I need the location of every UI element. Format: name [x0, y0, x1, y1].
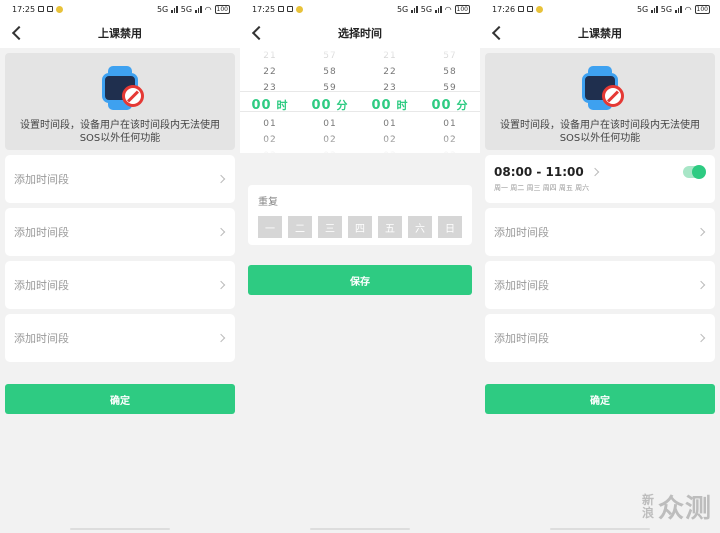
chevron-right-icon — [698, 227, 706, 237]
weekday-selector: 一 二 三 四 五 六 日 — [258, 216, 462, 238]
repeat-section: 重复 一 二 三 四 五 六 日 — [248, 185, 472, 245]
signal-icon — [651, 5, 658, 13]
back-arrow-icon[interactable] — [250, 25, 264, 41]
notification-icon — [527, 6, 534, 12]
chevron-right-icon — [218, 174, 226, 184]
banner-description: 设置时间段，设备用户在该时间段内无法使用SOS以外任何功能 — [500, 120, 700, 144]
info-banner: 设置时间段，设备用户在该时间段内无法使用SOS以外任何功能 — [5, 53, 235, 150]
screen-class-disable-set: 17:26 5G 5G ◠ 100 上课禁用 设置时间段，设备用户在该时间段内无… — [480, 0, 720, 533]
selected-start-hour: 00 时 — [251, 98, 289, 113]
status-bar: 17:25 5G 5G ◠ 100 — [0, 0, 240, 18]
time-slot-days: 周一 周二 周三 周四 周五 周六 — [494, 184, 590, 192]
emoji-icon — [296, 5, 304, 13]
chevron-right-icon — [218, 280, 226, 290]
network-label: 5G — [396, 4, 409, 14]
page-title: 上课禁用 — [578, 27, 622, 40]
network-label: 5G — [180, 4, 193, 14]
wifi-icon: ◠ — [444, 4, 452, 14]
signal-icon — [411, 5, 418, 13]
watch-ban-icon — [96, 65, 144, 111]
signal-icon — [675, 5, 682, 13]
chevron-right-icon — [592, 167, 600, 177]
network-label: 5G — [420, 4, 433, 14]
confirm-button[interactable]: 确定 — [5, 384, 235, 414]
nav-bar: 选择时间 — [240, 18, 480, 48]
chevron-right-icon — [218, 227, 226, 237]
screen-class-disable: 17:25 5G 5G ◠ 100 上课禁用 设置时间段，设备用户在该时间段内无… — [0, 0, 240, 533]
notification-icon — [47, 6, 54, 12]
save-button[interactable]: 保存 — [248, 265, 472, 295]
selected-start-minute: 00 分 — [311, 98, 349, 113]
nav-bar: 上课禁用 — [0, 18, 240, 48]
wifi-icon: ◠ — [684, 4, 692, 14]
status-bar: 17:25 5G 5G ◠ 100 — [240, 0, 480, 18]
day-sun[interactable]: 日 — [438, 216, 462, 238]
notification-icon — [38, 6, 45, 12]
chevron-right-icon — [698, 333, 706, 343]
add-time-slot-3[interactable]: 添加时间段 — [5, 261, 235, 309]
status-bar: 17:26 5G 5G ◠ 100 — [480, 0, 720, 18]
back-arrow-icon[interactable] — [490, 25, 504, 41]
status-time: 17:25 — [12, 4, 36, 14]
selected-end-hour: 00 时 — [371, 98, 409, 113]
day-tue[interactable]: 二 — [288, 216, 312, 238]
day-wed[interactable]: 三 — [318, 216, 342, 238]
slot-enable-toggle[interactable] — [683, 165, 706, 179]
home-indicator — [70, 528, 170, 530]
notification-icon — [278, 6, 285, 12]
wifi-icon: ◠ — [204, 4, 212, 14]
add-time-slot-4[interactable]: 添加时间段 — [5, 314, 235, 362]
time-picker[interactable]: 21 22 23 00时 01 02 03 57 58 59 00分 01 02… — [240, 48, 480, 153]
add-time-slot-4[interactable]: 添加时间段 — [485, 314, 715, 362]
notification-icon — [287, 6, 294, 12]
status-time: 17:25 — [252, 4, 276, 14]
emoji-icon — [56, 5, 64, 13]
notification-icon — [518, 6, 525, 12]
chevron-right-icon — [698, 280, 706, 290]
day-fri[interactable]: 五 — [378, 216, 402, 238]
time-slot-card[interactable]: 08:00 - 11:00 周一 周二 周三 周四 周五 周六 — [485, 155, 715, 203]
add-time-slot-1[interactable]: 添加时间段 — [5, 155, 235, 203]
day-sat[interactable]: 六 — [408, 216, 432, 238]
home-indicator — [550, 528, 650, 530]
network-label: 5G — [660, 4, 673, 14]
page-title: 上课禁用 — [98, 27, 142, 40]
confirm-button[interactable]: 确定 — [485, 384, 715, 414]
battery-icon: 100 — [214, 4, 230, 14]
day-thu[interactable]: 四 — [348, 216, 372, 238]
banner-description: 设置时间段，设备用户在该时间段内无法使用SOS以外任何功能 — [20, 120, 220, 144]
network-label: 5G — [156, 4, 169, 14]
chevron-right-icon — [218, 333, 226, 343]
screen-select-time: 17:25 5G 5G ◠ 100 选择时间 21 22 23 00时 01 0… — [240, 0, 480, 533]
signal-icon — [195, 5, 202, 13]
network-label: 5G — [636, 4, 649, 14]
add-time-slot-2[interactable]: 添加时间段 — [5, 208, 235, 256]
page-title: 选择时间 — [338, 27, 382, 40]
battery-icon: 100 — [694, 4, 710, 14]
back-arrow-icon[interactable] — [10, 25, 24, 41]
day-mon[interactable]: 一 — [258, 216, 282, 238]
info-banner: 设置时间段，设备用户在该时间段内无法使用SOS以外任何功能 — [485, 53, 715, 150]
time-slot-range: 08:00 - 11:00 — [494, 165, 584, 179]
signal-icon — [435, 5, 442, 13]
battery-icon: 100 — [454, 4, 470, 14]
watermark-logo: 新浪 众测 — [641, 492, 712, 524]
emoji-icon — [536, 5, 544, 13]
status-time: 17:26 — [492, 4, 516, 14]
add-time-slot-3[interactable]: 添加时间段 — [485, 261, 715, 309]
signal-icon — [171, 5, 178, 13]
home-indicator — [310, 528, 410, 530]
add-time-slot-2[interactable]: 添加时间段 — [485, 208, 715, 256]
repeat-label: 重复 — [258, 197, 278, 208]
nav-bar: 上课禁用 — [480, 18, 720, 48]
selected-end-minute: 00 分 — [431, 98, 469, 113]
watch-ban-icon — [576, 65, 624, 111]
